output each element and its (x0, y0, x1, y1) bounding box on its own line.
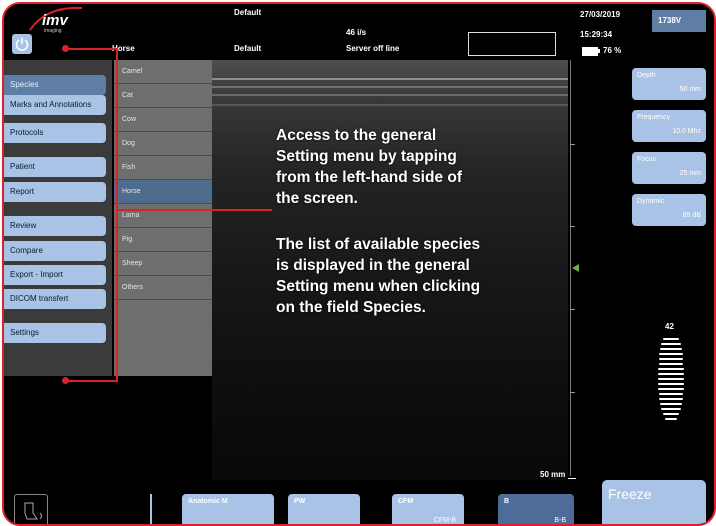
annotation-line: Access to the general (276, 127, 437, 144)
menu-item-patient[interactable]: Patient (4, 157, 106, 177)
gain-bars-icon (658, 338, 684, 420)
battery-icon (582, 47, 598, 56)
battery-tip (598, 49, 600, 53)
gain-value: 42 (665, 322, 674, 331)
bottom-divider (150, 494, 152, 524)
annotation-line: The list of available species (276, 236, 481, 253)
depth-tick (570, 392, 575, 393)
date: 27/03/2019 (580, 10, 621, 19)
depth-scale-label: 50 mm (540, 470, 566, 479)
freeze-label: Freeze (608, 486, 652, 502)
gain-slider[interactable] (658, 336, 684, 426)
brand-sub: imaging (44, 28, 62, 34)
anatomic-m-label: Anatomic M (188, 498, 228, 505)
b-sub-label: B-B (554, 517, 566, 524)
depth-tick (570, 226, 575, 227)
menu-item-protocols[interactable]: Protocols (4, 123, 106, 143)
frequency-control[interactable]: Frequency 10.0 Mhz (632, 110, 706, 142)
echo-line (212, 104, 568, 106)
annotation-line: Setting menu by tapping (276, 148, 457, 165)
species-item[interactable]: Fish (114, 156, 212, 180)
species-item[interactable]: Pig (114, 228, 212, 252)
echo-line (212, 94, 568, 96)
preset-top: Default (234, 8, 262, 17)
freeze-button[interactable]: Freeze (602, 480, 706, 524)
cfm-sub-label: CFM-B (433, 517, 456, 524)
annotation-line: from the left-hand side of (276, 169, 462, 186)
annotation-line: on the field Species. (276, 299, 426, 316)
focus-control[interactable]: Focus 25 mm (632, 152, 706, 184)
frequency-value: 10.0 Mhz (672, 128, 701, 135)
b-label: B (504, 498, 510, 505)
probe-icon (24, 502, 42, 520)
b-mode-button[interactable]: B B-B (498, 494, 574, 524)
server-status: Server off line (346, 44, 400, 53)
species-item[interactable]: Cow (114, 108, 212, 132)
focus-marker-icon[interactable] (572, 264, 579, 272)
dynamic-value: 85 dB (682, 212, 701, 219)
probe-label: 1738V (658, 16, 682, 25)
focus-value: 25 mm (679, 170, 701, 177)
callout-line (66, 48, 118, 50)
patient-id-field[interactable] (468, 32, 556, 56)
menu-item-settings[interactable]: Settings (4, 323, 106, 343)
species-item[interactable]: Camel (114, 60, 212, 84)
depth-control[interactable]: Depth 50 mm (632, 68, 706, 100)
depth-label: Depth (637, 72, 656, 79)
anatomic-m-button[interactable]: Anatomic M (182, 494, 274, 524)
frame-rate: 46 i/s (346, 28, 367, 37)
species-item[interactable]: Sheep (114, 252, 212, 276)
species-item[interactable]: Lama (114, 204, 212, 228)
dynamic-control[interactable]: Dynamic 85 dB (632, 194, 706, 226)
callout-line (66, 380, 118, 382)
depth-tick (570, 309, 575, 310)
probe-selector[interactable] (14, 494, 48, 524)
annotation-line: Setting menu when clicking (276, 278, 481, 295)
cfm-label: CFM (398, 498, 414, 505)
callout-dot (62, 45, 69, 52)
settings-menu: Species Marks and Annotations Protocols … (4, 60, 112, 376)
annotation-line: the screen. (276, 190, 358, 207)
species-item[interactable]: Cat (114, 84, 212, 108)
menu-item-species[interactable]: Species (4, 75, 106, 95)
cfm-button[interactable]: CFM CFM-B (392, 494, 464, 524)
species-list: Camel Cat Cow Dog Fish Horse Lama Pig Sh… (114, 60, 212, 376)
pw-label: PW (294, 498, 306, 505)
menu-item-export-import[interactable]: Export - Import (4, 265, 106, 285)
menu-item-report[interactable]: Report (4, 182, 106, 202)
depth-end-tick (568, 478, 576, 479)
pw-button[interactable]: PW (288, 494, 360, 524)
menu-item-marks-annotations[interactable]: Marks and Annotations (4, 95, 106, 115)
battery-level: 76 % (603, 46, 622, 55)
echo-line (212, 86, 568, 88)
brand-name: imv (42, 12, 68, 29)
menu-item-review[interactable]: Review (4, 216, 106, 236)
callout-line (116, 209, 272, 211)
time: 15:29:34 (580, 30, 613, 39)
species-item-selected[interactable]: Horse (114, 180, 212, 204)
callout-line (116, 48, 118, 382)
probe-box[interactable]: 1738V (652, 10, 706, 32)
imv-logo: imv imaging (26, 4, 86, 38)
power-button[interactable] (12, 34, 32, 54)
menu-item-dicom-transfert[interactable]: DICOM transfert (4, 289, 106, 309)
depth-value: 50 mm (679, 86, 701, 93)
ultrasound-screen: imv imaging Default 46 i/s Horse Default… (2, 2, 716, 526)
menu-item-compare[interactable]: Compare (4, 241, 106, 261)
echo-line (212, 78, 568, 80)
preset-field[interactable]: Default (234, 44, 261, 53)
frequency-label: Frequency (637, 114, 671, 121)
annotation-line: is displayed in the general (276, 257, 470, 274)
species-item[interactable]: Others (114, 276, 212, 300)
callout-dot (62, 377, 69, 384)
species-item[interactable]: Dog (114, 132, 212, 156)
focus-label: Focus (637, 156, 657, 163)
power-icon (15, 37, 29, 51)
depth-scale (570, 60, 571, 476)
depth-tick (570, 144, 575, 145)
dynamic-label: Dynamic (637, 198, 665, 205)
